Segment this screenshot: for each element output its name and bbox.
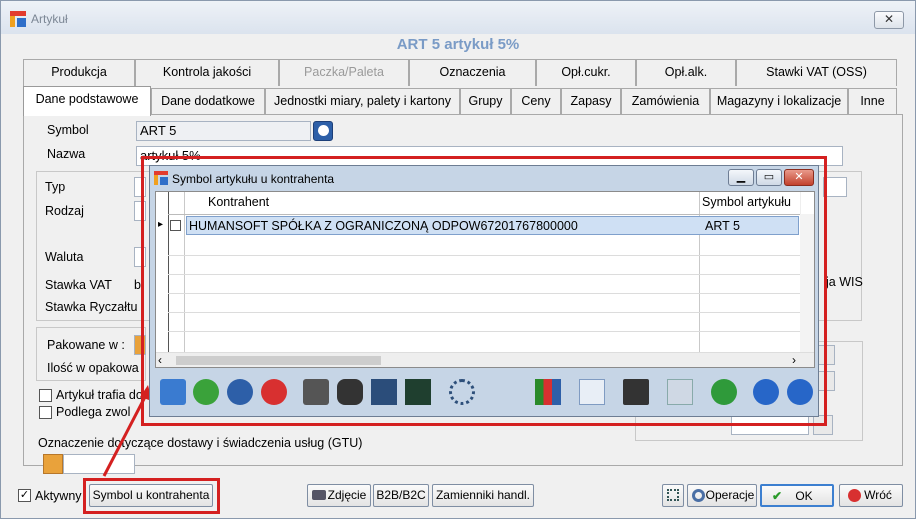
pakowane-label: Pakowane w :	[47, 338, 125, 352]
nazwa-label: Nazwa	[47, 147, 86, 161]
operacje-label: Operacje	[705, 488, 755, 502]
ilosc-label: Ilość w opakowa	[47, 361, 139, 375]
aktywny-checkbox[interactable]: ✓	[18, 489, 31, 502]
symbol-lookup-icon[interactable]	[313, 121, 333, 141]
camera-icon	[312, 490, 326, 500]
tab-kontrola-jakosci[interactable]: Kontrola jakości	[135, 59, 279, 86]
b2b-button[interactable]: B2B/B2C	[373, 484, 429, 507]
podlega-checkbox[interactable]	[39, 406, 52, 419]
zdjecie-button[interactable]: Zdjęcie	[307, 484, 371, 507]
highlight-box-button	[83, 478, 220, 514]
artykul-trafia-checkbox[interactable]	[39, 389, 52, 402]
window-close-button[interactable]: ✕	[874, 11, 904, 29]
tab-opl-cukr[interactable]: Opł.cukr.	[536, 59, 636, 86]
tab-inne[interactable]: Inne	[848, 88, 897, 115]
aktywny-label: Aktywny	[35, 489, 82, 503]
tab-opl-alk[interactable]: Opł.alk.	[636, 59, 736, 86]
stawka-vat-value: b	[134, 278, 141, 292]
tab-produkcja[interactable]: Produkcja	[23, 59, 135, 86]
tab-zapasy[interactable]: Zapasy	[561, 88, 621, 115]
gtu-label: Oznaczenie dotyczące dostawy i świadczen…	[38, 436, 363, 450]
network-icon	[667, 489, 679, 501]
tab-jednostki-miary[interactable]: Jednostki miary, palety i kartony	[265, 88, 460, 115]
ok-label: OK	[795, 489, 813, 503]
zdjecie-label: Zdjęcie	[327, 488, 367, 502]
cancel-icon	[848, 489, 861, 502]
gtu-list-icon[interactable]	[43, 454, 63, 474]
tab-grupy[interactable]: Grupy	[460, 88, 511, 115]
typ-label: Typ	[45, 180, 66, 194]
wroc-label: Wróć	[864, 488, 892, 502]
gears-icon	[692, 489, 705, 502]
tab-dane-dodatkowe[interactable]: Dane dodatkowe	[151, 88, 265, 115]
operacje-button[interactable]: Operacje	[687, 484, 757, 507]
artykul-window: Artykuł ✕ ART 5 artykuł 5% Produkcja Kon…	[0, 0, 916, 519]
stawka-ryczaltu-label: Stawka Ryczałtu	[45, 300, 138, 314]
wis-label: ja WIS	[826, 275, 863, 289]
app-logo-icon	[10, 11, 26, 27]
tab-oznaczenia[interactable]: Oznaczenia	[409, 59, 536, 86]
ok-button[interactable]: ✔ OK	[760, 484, 834, 507]
tab-zamowienia[interactable]: Zamówienia	[621, 88, 710, 115]
symbol-label: Symbol	[47, 123, 89, 137]
article-heading: ART 5 artykuł 5%	[396, 36, 520, 53]
tab-ceny[interactable]: Ceny	[511, 88, 561, 115]
check-icon: ✔	[772, 489, 783, 503]
tab-stawki-vat-oss[interactable]: Stawki VAT (OSS)	[736, 59, 897, 86]
title-bar: Artykuł ✕	[1, 1, 915, 34]
stawka-vat-label: Stawka VAT	[45, 278, 112, 292]
tab-magazyny-lokalizacje[interactable]: Magazyny i lokalizacje	[710, 88, 848, 115]
tab-dane-podstawowe[interactable]: Dane podstawowe	[23, 86, 151, 116]
symbol-field[interactable]: ART 5	[136, 121, 311, 141]
waluta-label: Waluta	[45, 250, 84, 264]
highlight-box-dialog	[141, 156, 827, 426]
rodzaj-label: Rodzaj	[45, 204, 84, 218]
network-button[interactable]	[662, 484, 684, 507]
window-title: Artykuł	[31, 12, 68, 26]
wroc-button[interactable]: Wróć	[839, 484, 903, 507]
tab-paczka-paleta: Paczka/Paleta	[279, 59, 409, 86]
zamienniki-button[interactable]: Zamienniki handl.	[432, 484, 534, 507]
